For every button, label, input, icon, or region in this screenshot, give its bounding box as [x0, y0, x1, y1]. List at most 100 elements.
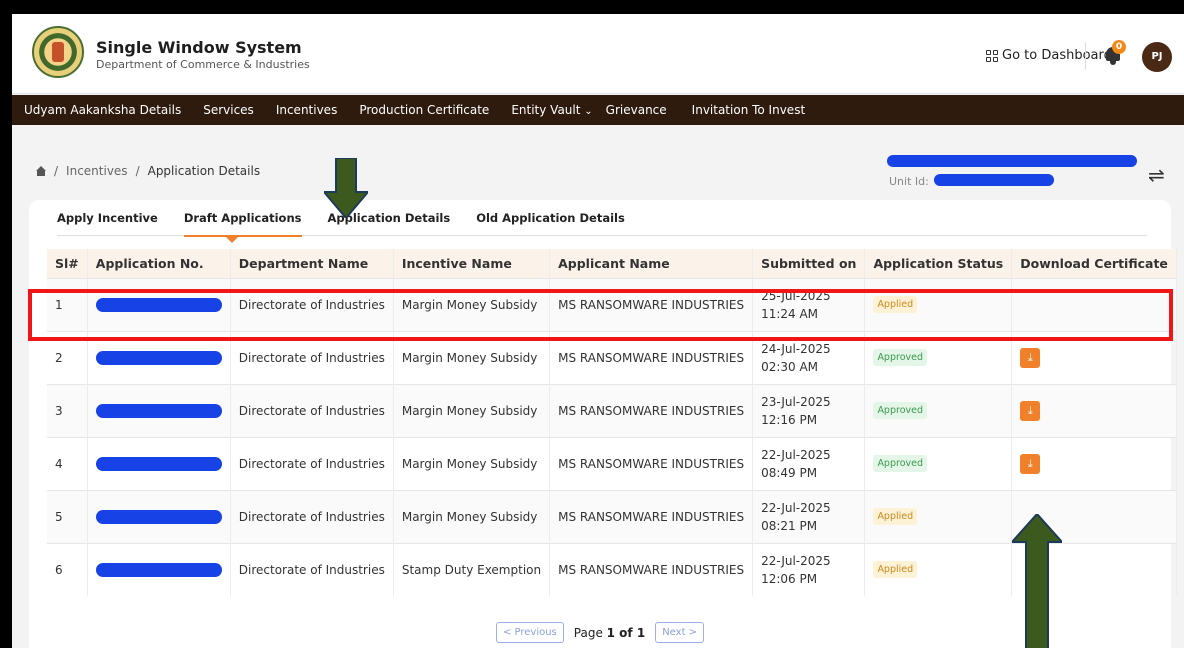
breadcrumb: / Incentives / Application Details	[36, 164, 260, 178]
nav-item-production-certificate[interactable]: Production Certificate	[348, 103, 500, 117]
nav-item-entity-vault-label: Entity Vault	[511, 103, 581, 117]
tab-apply-incentive[interactable]: Apply Incentive	[57, 200, 158, 236]
submitted-date: 23-Jul-2025	[761, 394, 831, 409]
previous-page-button[interactable]: < Previous	[495, 622, 564, 643]
cell-application-no[interactable]	[87, 436, 231, 490]
cell-download: ⤓	[1011, 436, 1177, 490]
content-card: Apply Incentive Draft Applications Appli…	[29, 200, 1177, 648]
redacted-application-no	[95, 509, 222, 524]
column-header-application-no: Application No.	[87, 249, 231, 278]
redacted-application-no	[95, 456, 222, 471]
nav-item-grievance[interactable]: Grievance	[604, 103, 678, 117]
next-page-button[interactable]: Next >	[655, 622, 705, 643]
breadcrumb-separator: /	[135, 164, 140, 178]
status-badge: Applied	[873, 561, 918, 579]
government-emblem-logo	[32, 26, 84, 78]
redacted-application-no	[95, 563, 222, 577]
cell-sl: 4	[47, 436, 88, 490]
submitted-time: 12:16 PM	[761, 412, 818, 427]
table-header-row: Sl# Application No. Department Name Ince…	[47, 249, 1177, 278]
tab-bar: Apply Incentive Draft Applications Appli…	[57, 200, 1147, 243]
column-header-download: Download Certificate	[1011, 249, 1177, 278]
cell-submitted-on: 22-Jul-2025 08:21 PM	[752, 489, 866, 543]
table-row: 4 Directorate of Industries Margin Money…	[47, 436, 1177, 490]
app-subtitle: Department of Commerce & Industries	[96, 58, 310, 71]
nav-item-services[interactable]: Services	[192, 103, 265, 117]
app-window: Single Window System Department of Comme…	[12, 14, 1184, 648]
chevron-down-icon: ⌄	[584, 106, 593, 117]
cell-application-no[interactable]	[87, 489, 231, 543]
cell-submitted-on: 22-Jul-2025 08:49 PM	[752, 436, 866, 490]
app-title: Single Window System	[96, 38, 302, 57]
redacted-unit-name	[887, 155, 1137, 167]
cell-applicant: MS RANSOMWARE INDUSTRIES	[549, 436, 754, 490]
nav-item-udyam[interactable]: Udyam Aakanksha Details	[12, 103, 192, 117]
cell-status: Approved	[864, 383, 1013, 437]
submitted-time: 08:49 PM	[761, 465, 818, 480]
submitted-date: 22-Jul-2025	[761, 500, 831, 515]
cell-status: Applied	[864, 542, 1013, 596]
column-header-applicant: Applicant Name	[549, 249, 754, 278]
status-badge: Applied	[873, 508, 918, 525]
home-icon[interactable]	[36, 166, 46, 176]
cell-sl: 5	[47, 489, 88, 543]
cell-application-no[interactable]	[87, 383, 231, 437]
submitted-date: 22-Jul-2025	[761, 553, 831, 568]
notification-bell-icon[interactable]: 0	[1104, 40, 1126, 66]
nav-item-entity-vault[interactable]: Entity Vault ⌄	[500, 103, 603, 117]
cell-download: ⤓	[1011, 383, 1177, 437]
submitted-time: 02:30 AM	[761, 359, 819, 374]
user-avatar[interactable]: PJ	[1142, 42, 1172, 72]
download-certificate-button[interactable]: ⤓	[1020, 347, 1041, 368]
page-indicator: Page 1 of 1	[574, 626, 645, 640]
table-row: 6 Directorate of Industries Stamp Duty E…	[47, 542, 1177, 596]
tab-old-application-details[interactable]: Old Application Details	[476, 200, 625, 236]
cell-department: Directorate of Industries	[230, 489, 394, 543]
go-to-dashboard-label: Go to Dashboard	[1002, 48, 1112, 63]
redacted-unit-id	[934, 174, 1054, 186]
cell-applicant: MS RANSOMWARE INDUSTRIES	[549, 383, 754, 437]
download-certificate-button[interactable]: ⤓	[1020, 400, 1041, 421]
nav-item-invitation-to-invest[interactable]: Invitation To Invest	[678, 103, 816, 117]
column-header-sl: Sl#	[47, 249, 88, 278]
download-icon: ⤓	[1027, 350, 1033, 364]
download-icon: ⤓	[1027, 403, 1033, 417]
cell-sl: 3	[47, 383, 88, 437]
download-certificate-button[interactable]: ⤓	[1020, 453, 1041, 474]
column-header-incentive: Incentive Name	[393, 249, 551, 278]
redacted-application-no	[95, 350, 222, 365]
submitted-time: 08:21 PM	[761, 518, 818, 533]
cell-application-no[interactable]	[87, 542, 231, 596]
switch-unit-icon[interactable]: ⇌	[1148, 163, 1165, 187]
top-header: Single Window System Department of Comme…	[12, 14, 1184, 94]
table-row: 3 Directorate of Industries Margin Money…	[47, 383, 1177, 437]
cell-department: Directorate of Industries	[230, 542, 394, 596]
column-header-submitted-on: Submitted on	[752, 249, 866, 278]
cell-submitted-on: 22-Jul-2025 12:06 PM	[752, 542, 866, 596]
breadcrumb-item-incentives[interactable]: Incentives	[66, 164, 128, 178]
cell-submitted-on: 23-Jul-2025 12:16 PM	[752, 383, 866, 437]
download-icon: ⤓	[1027, 456, 1033, 470]
breadcrumb-item-current: Application Details	[147, 164, 261, 178]
cell-incentive: Margin Money Subsidy	[393, 383, 551, 437]
dashboard-grid-icon	[986, 49, 998, 62]
notification-count-badge: 0	[1112, 40, 1126, 54]
main-nav: Udyam Aakanksha Details Services Incenti…	[12, 95, 1184, 125]
status-badge: Approved	[873, 455, 928, 472]
page-value: 1 of 1	[606, 625, 646, 640]
go-to-dashboard-link[interactable]: Go to Dashboard	[986, 48, 1112, 63]
status-badge: Approved	[873, 349, 928, 366]
cell-incentive: Margin Money Subsidy	[393, 436, 551, 490]
cell-sl: 6	[47, 542, 88, 596]
annotation-arrow-down-icon	[324, 158, 368, 218]
cell-department: Directorate of Industries	[230, 436, 394, 490]
cell-incentive: Margin Money Subsidy	[393, 489, 551, 543]
nav-item-incentives[interactable]: Incentives	[265, 103, 349, 117]
submitted-date: 24-Jul-2025	[761, 341, 831, 356]
submitted-time: 12:06 PM	[761, 571, 818, 586]
unit-id-label: Unit Id:	[889, 175, 929, 188]
page-prefix: Page	[573, 625, 607, 640]
table-row: 5 Directorate of Industries Margin Money…	[47, 489, 1177, 543]
status-badge: Approved	[873, 402, 928, 419]
tab-draft-applications[interactable]: Draft Applications	[183, 200, 302, 243]
